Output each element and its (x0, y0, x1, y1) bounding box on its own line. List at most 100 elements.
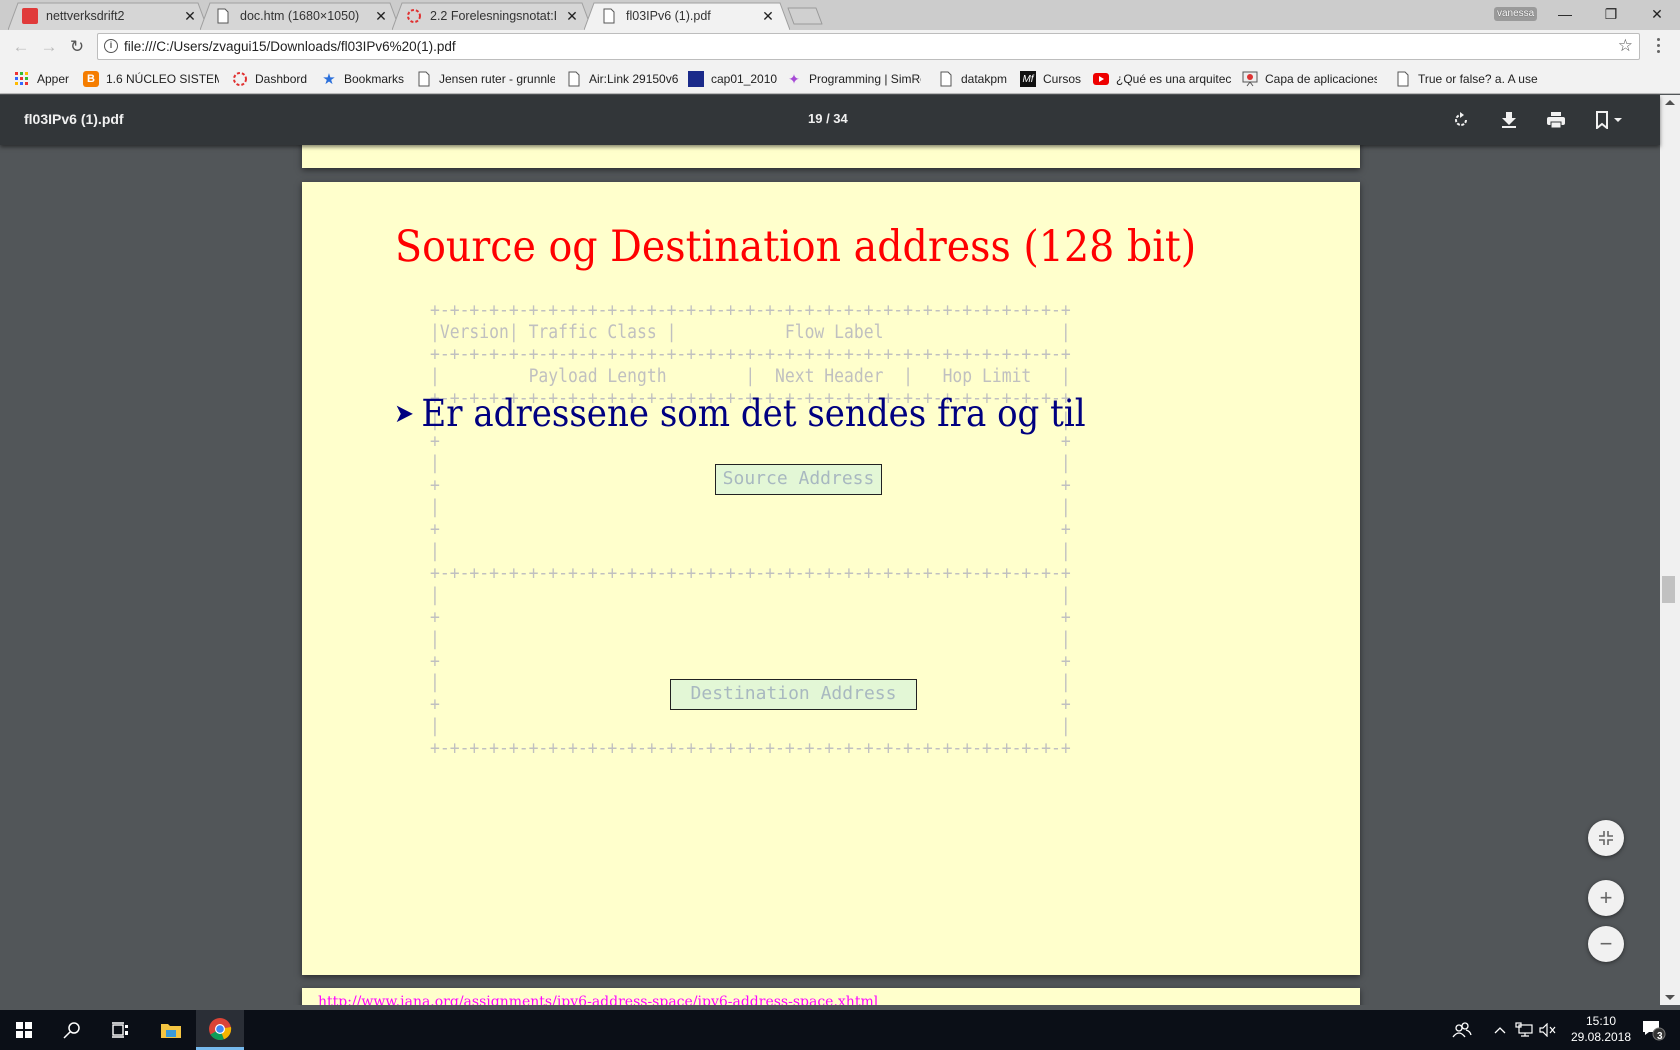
bookmark-bookmarks[interactable]: ★ Bookmarks (321, 70, 404, 88)
pdf-page-current: Source og Destination address (128 bit) … (302, 182, 1360, 975)
zoom-out-button[interactable]: − (1588, 926, 1624, 962)
profile-name-badge[interactable]: vanessa (1494, 7, 1538, 21)
fit-to-page-button[interactable] (1588, 820, 1624, 856)
page-indicator[interactable]: 19 / 34 (808, 111, 848, 126)
notification-icon (1643, 1021, 1666, 1041)
bookmark-airlink[interactable]: Air:Link 29150v6 (566, 70, 678, 88)
tab-label: nettverksdrift2 (46, 9, 125, 23)
bookmark-jensen-ruter[interactable]: Jensen ruter - grunnle (416, 70, 555, 88)
bookmark-true-or-false[interactable]: True or false? a. A use (1395, 70, 1540, 88)
bookmark-nucleo-sistema[interactable]: B 1.6 NÚCLEO SISTEMA (83, 70, 219, 88)
print-icon[interactable] (1542, 107, 1570, 133)
diagram-row: |Version| Traffic Class | Flow Label | (430, 321, 1071, 343)
show-hidden-icons-button[interactable] (1488, 1010, 1512, 1050)
minimize-button[interactable]: — (1542, 0, 1588, 28)
close-tab-icon[interactable]: ✕ (373, 8, 389, 24)
bookmark-icon[interactable] (1590, 107, 1630, 133)
scrollbar-thumb[interactable] (1662, 576, 1675, 603)
chevron-up-icon (1494, 1027, 1506, 1034)
bookmark-label: Dashbord (255, 72, 308, 86)
bookmark-label: True or false? a. A use (1418, 72, 1538, 86)
presentation-icon (1242, 71, 1258, 87)
tab-nettverksdrift2[interactable]: nettverksdrift2 ✕ (8, 2, 208, 30)
close-tab-icon[interactable]: ✕ (182, 8, 198, 24)
chrome-menu-icon[interactable] (1651, 35, 1665, 59)
red-app-icon (22, 8, 38, 24)
scroll-down-arrow-icon[interactable] (1665, 995, 1675, 1000)
restore-button[interactable]: ❐ (1588, 0, 1634, 28)
browser-toolbar: ← → ↻ i file:///C:/Users/zvagui15/Downlo… (0, 30, 1680, 64)
action-center-button[interactable]: 3 (1630, 1010, 1678, 1050)
notification-count: 3 (1657, 1031, 1663, 1042)
pdf-page-next: http://www.iana.org/assignments/ipv6-add… (302, 988, 1360, 1005)
search-button[interactable] (48, 1010, 96, 1050)
bookmark-label: Programming | SimRe (809, 72, 921, 86)
clock[interactable]: 15:10 29.08.2018 (1568, 1013, 1634, 1045)
download-icon[interactable] (1495, 107, 1523, 133)
back-button[interactable]: ← (10, 36, 32, 58)
chrome-taskbar-button[interactable] (196, 1010, 244, 1050)
tab-fl03ipv6-pdf[interactable]: fl03IPv6 (1).pdf ✕ (584, 2, 790, 30)
file-explorer-button[interactable] (147, 1010, 195, 1050)
bookmarks-bar: Apper B 1.6 NÚCLEO SISTEMA Dashbord ★ Bo… (0, 64, 1680, 94)
new-tab-button[interactable] (786, 6, 824, 26)
bookmark-cursos[interactable]: Mf Cursos (1020, 70, 1081, 88)
close-window-button[interactable]: ✕ (1634, 0, 1680, 28)
info-icon[interactable]: i (104, 39, 118, 53)
bookmark-capa-de-aplicaciones[interactable]: Capa de aplicaciones (1242, 70, 1377, 88)
bookmark-que-es-una-arquitectura[interactable]: ¿Qué es una arquitec (1093, 70, 1246, 88)
people-button[interactable] (1440, 1010, 1484, 1050)
purple-star-icon: ✦ (788, 70, 800, 87)
windows-logo-icon (16, 1022, 32, 1038)
tab-label: doc.htm (1680×1050) (240, 9, 360, 23)
start-button[interactable] (0, 1010, 48, 1050)
bookmark-star-icon[interactable]: ☆ (1618, 36, 1633, 56)
task-view-button[interactable] (96, 1010, 144, 1050)
red-dotted-circle-icon (232, 71, 248, 87)
volume-button[interactable] (1536, 1010, 1560, 1050)
diagram-row: | | (430, 540, 1071, 562)
scroll-up-arrow-icon[interactable] (1665, 100, 1675, 105)
bookmark-cap01[interactable]: cap01_2010 (688, 70, 777, 88)
bookmark-programming[interactable]: ✦ Programming | SimRe (786, 70, 921, 88)
bookmark-label: Jensen ruter - grunnle (439, 72, 555, 86)
diagram-row: + + (430, 650, 1071, 672)
address-bar[interactable]: i file:///C:/Users/zvagui15/Downloads/fl… (97, 33, 1640, 60)
document-icon (602, 8, 618, 24)
pdf-viewer-area[interactable]: Source og Destination address (128 bit) … (0, 145, 1660, 1005)
close-tab-icon[interactable]: ✕ (564, 8, 580, 24)
mf-logo-icon: Mf (1020, 71, 1036, 87)
zoom-in-button[interactable]: + (1588, 880, 1624, 916)
diagram-row: | | (430, 628, 1071, 650)
bookmark-datakpm[interactable]: datakpm (938, 70, 1007, 88)
forward-button[interactable]: → (38, 36, 60, 58)
bookmark-label: Bookmarks (344, 72, 405, 86)
bookmark-label: Apper (37, 72, 70, 86)
folder-icon (161, 1024, 181, 1038)
youtube-icon (1093, 71, 1109, 87)
document-icon (566, 71, 582, 87)
bookmark-label: cap01_2010 (711, 72, 778, 86)
bookmark-dashbord[interactable]: Dashbord (232, 70, 307, 88)
diagram-row: + + (430, 606, 1071, 628)
document-icon (416, 71, 432, 87)
volume-muted-icon (1539, 1023, 1556, 1037)
close-tab-icon[interactable]: ✕ (760, 8, 776, 24)
network-button[interactable] (1512, 1010, 1536, 1050)
tab-forelesningsnotat[interactable]: 2.2 Forelesningsnotat:DAT ✕ (392, 2, 592, 30)
blogger-icon: B (83, 71, 99, 87)
document-icon (216, 8, 232, 24)
tab-strip: nettverksdrift2 ✕ doc.htm (1680×1050) ✕ … (0, 0, 1680, 30)
task-view-icon (112, 1022, 128, 1038)
reload-button[interactable]: ↻ (66, 36, 88, 58)
network-icon (1515, 1022, 1533, 1037)
tab-label: 2.2 Forelesningsnotat:DAT (430, 9, 556, 23)
tab-doc-htm[interactable]: doc.htm (1680×1050) ✕ (200, 2, 400, 30)
rotate-icon[interactable] (1447, 107, 1475, 133)
pdf-toolbar: fl03IPv6 (1).pdf 19 / 34 (0, 95, 1660, 145)
chrome-icon (209, 1017, 232, 1040)
windows-taskbar: 15:10 29.08.2018 3 (0, 1010, 1680, 1050)
vertical-scrollbar[interactable] (1660, 95, 1680, 1005)
iana-link[interactable]: http://www.iana.org/assignments/ipv6-add… (318, 994, 878, 1005)
bookmark-apper[interactable]: Apper (14, 70, 69, 88)
